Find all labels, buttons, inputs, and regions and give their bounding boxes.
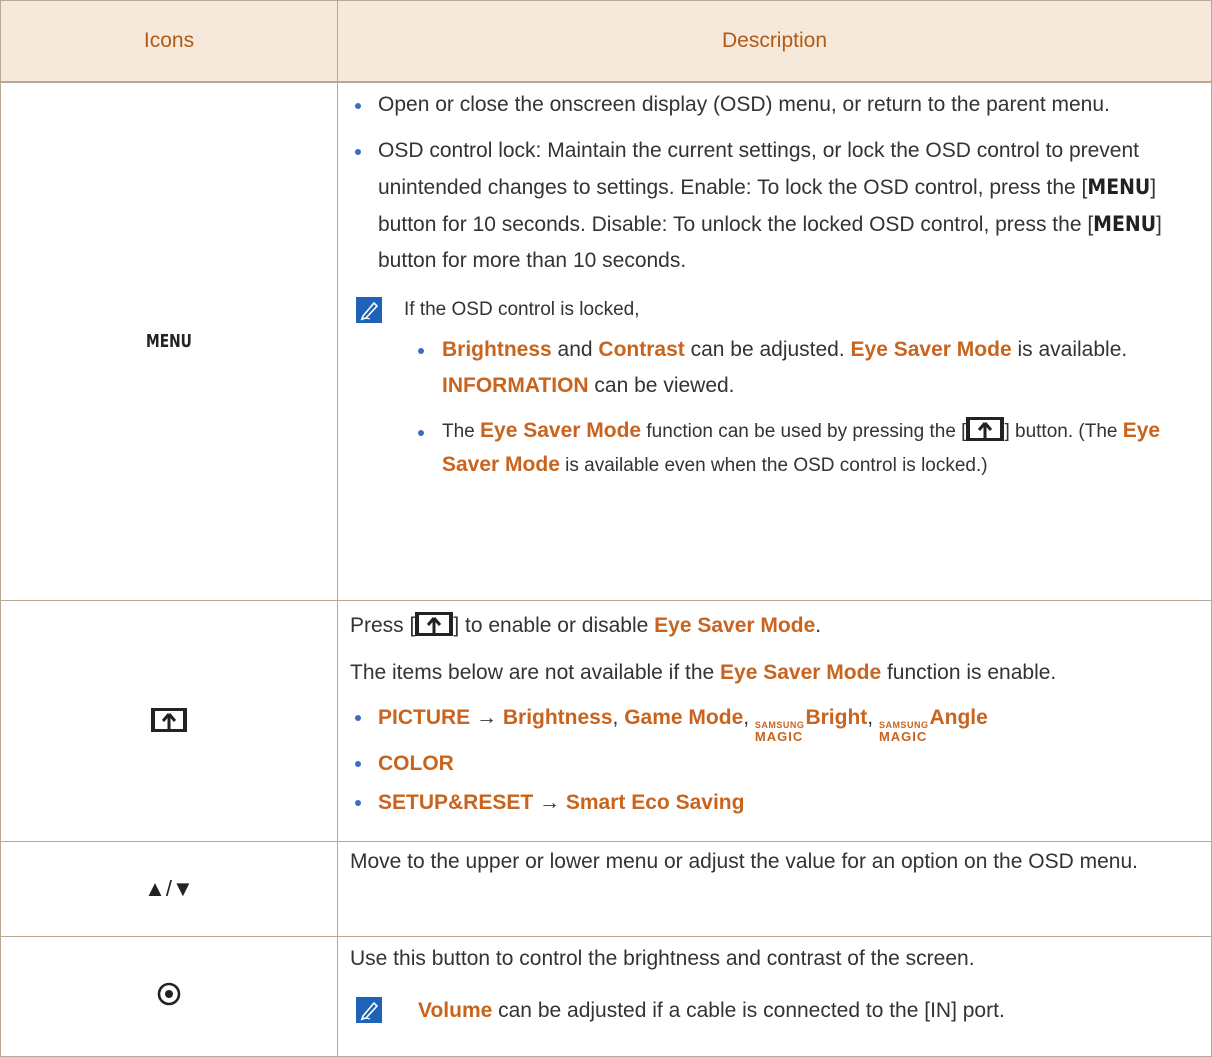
list-item: The Eye Saver Mode function can be used …: [404, 414, 1203, 482]
header-description: Description: [337, 0, 1212, 83]
list-item: OSD control lock: Maintain the current s…: [350, 133, 1203, 279]
menu-key-inline: MENU: [1087, 175, 1151, 199]
text-segment: can be adjusted.: [684, 338, 851, 361]
text-segment: OSD control lock: Maintain the current s…: [378, 139, 1140, 199]
arrow: →: [470, 705, 503, 729]
up-down-text: Move to the upper or lower menu or adjus…: [350, 849, 1138, 873]
table-row: MENU Open or close the onscreen display …: [0, 81, 1212, 601]
text-segment: is available.: [1011, 338, 1128, 361]
up-down-arrows-icon: ▲/▼: [144, 875, 194, 901]
text-segment: The items below are not available if the: [350, 660, 721, 684]
eye-saver-line1: Press [ ] to enable or disable Eye Saver …: [350, 607, 1203, 644]
highlight: Eye Saver Mode: [850, 338, 1012, 361]
highlight: SETUP&RESET: [378, 790, 534, 814]
highlight: Bright: [805, 705, 868, 729]
list-item: PICTURE → Brightness, Game Mode, SAMSUNG…: [350, 699, 1203, 743]
samsung-magic-logo: SAMSUNG MAGIC: [878, 719, 929, 744]
header-icons: Icons: [0, 0, 338, 83]
note-icon: [356, 297, 382, 323]
text-segment: .: [815, 613, 822, 637]
text-segment: ] to enable or disable: [453, 613, 655, 637]
samsung-magic-logo: SAMSUNG MAGIC: [754, 719, 805, 744]
highlight: PICTURE: [378, 705, 471, 729]
note-text: can be adjusted if a cable is connected …: [492, 998, 1005, 1022]
note-block: If the OSD control is locked, Brightness…: [350, 293, 1203, 482]
list-item: Open or close the onscreen display (OSD)…: [350, 87, 1203, 123]
eye-saver-key-icon: [966, 417, 1005, 441]
menu-description: Open or close the onscreen display (OSD)…: [337, 81, 1212, 601]
table-row: Press [ ] to enable or disable Eye Saver …: [0, 599, 1212, 842]
note-intro: If the OSD control is locked,: [404, 299, 640, 320]
eye-saver-line2: The items below are not available if the…: [350, 654, 1203, 691]
menu-bullet-text: Open or close the onscreen display (OSD)…: [378, 93, 1110, 116]
up-down-description: Move to the upper or lower menu or adjus…: [337, 840, 1212, 937]
text-segment: can be viewed.: [588, 374, 735, 397]
highlight: Contrast: [598, 338, 685, 361]
note-block: Volume can be adjusted if a cable is con…: [350, 993, 1203, 1029]
highlight: Brightness: [442, 338, 552, 361]
jog-button-icon: [157, 982, 181, 1005]
jog-text: Use this button to control the brightnes…: [350, 946, 975, 970]
table-row: ▲/▼ Move to the upper or lower menu or a…: [0, 840, 1212, 937]
highlight: Brightness: [502, 705, 613, 729]
highlight: Eye Saver Mode: [720, 660, 882, 684]
highlight: Volume: [418, 998, 493, 1022]
text-segment: The: [442, 421, 481, 442]
highlight: COLOR: [378, 751, 454, 775]
jog-key-cell: [0, 935, 338, 1057]
note-icon: [356, 996, 382, 1023]
arrow: →: [533, 790, 566, 814]
text-segment: ,: [743, 705, 755, 729]
text-segment: is available even when the OSD control i…: [559, 455, 988, 476]
text-segment: function can be used by pressing the [: [641, 421, 967, 442]
list-item: Brightness and Contrast can be adjusted.…: [404, 332, 1203, 404]
highlight: Angle: [929, 705, 988, 729]
table-row: Use this button to control the brightnes…: [0, 935, 1212, 1057]
menu-key-label: MENU: [146, 330, 192, 352]
eye-saver-description: Press [ ] to enable or disable Eye Saver …: [337, 599, 1212, 842]
highlight: Eye Saver Mode: [480, 419, 642, 442]
jog-description: Use this button to control the brightnes…: [337, 935, 1212, 1057]
menu-key-cell: MENU: [0, 81, 338, 601]
menu-key-inline: MENU: [1093, 212, 1157, 236]
text-segment: ] button. (The: [1004, 421, 1123, 442]
text-segment: ,: [867, 705, 879, 729]
highlight: INFORMATION: [442, 374, 589, 397]
text-segment: and: [551, 338, 599, 361]
list-item: COLOR: [350, 745, 1203, 782]
eye-saver-key-cell: [0, 599, 338, 842]
highlight: Game Mode: [624, 705, 744, 729]
eye-saver-key-icon: [415, 611, 454, 636]
highlight: Eye Saver Mode: [654, 613, 816, 637]
text-segment: ,: [612, 705, 625, 729]
text-segment: function is enable.: [881, 660, 1057, 684]
eye-saver-key-icon: [151, 708, 187, 732]
up-down-key-cell: ▲/▼: [0, 840, 338, 937]
text-segment: Press [: [350, 613, 416, 637]
list-item: SETUP&RESET → Smart Eco Saving: [350, 784, 1203, 821]
highlight: Smart Eco Saving: [565, 790, 745, 814]
description-table: Icons Description MENU Open or close the…: [0, 0, 1212, 1057]
